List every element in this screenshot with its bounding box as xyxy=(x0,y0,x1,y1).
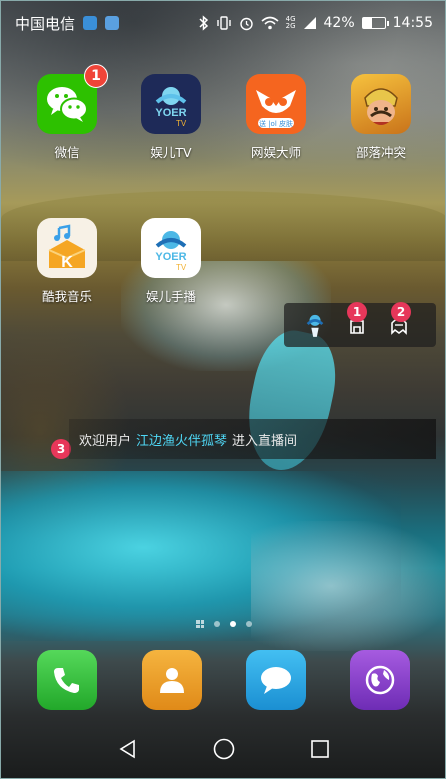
app-wechat[interactable]: 1 微信 xyxy=(22,64,112,161)
app-label: 微信 xyxy=(54,145,80,160)
app-yuer-live[interactable]: YOER TV 娱儿手播 xyxy=(126,218,216,305)
welcome-suffix: 进入直播间 xyxy=(232,433,298,449)
grid-page-icon xyxy=(196,620,204,628)
battery-icon xyxy=(361,17,389,29)
network-type: 4G 2G xyxy=(286,16,296,30)
welcome-banner: 欢迎用户 江边渔火伴孤琴 进入直播间 xyxy=(69,419,436,459)
app-label: 娱儿手播 xyxy=(145,289,196,304)
annotation-marker-3: 3 xyxy=(51,439,71,459)
clash-of-clans-icon[interactable] xyxy=(351,74,411,134)
yuer-mascot-icon[interactable] xyxy=(304,314,326,337)
notification-app-icon xyxy=(83,16,98,30)
unread-badge: 1 xyxy=(84,64,108,88)
welcome-prefix: 欢迎用户 xyxy=(79,433,132,449)
contacts-icon xyxy=(160,668,184,693)
wallpaper-pool xyxy=(1,471,401,641)
home-screen: 中国电信 4G 2G 42% 14:55 1 微信 YOER TV 娱儿TV 送… xyxy=(0,0,446,779)
app-label: 酷我音乐 xyxy=(41,289,92,304)
status-indicators: 4G 2G 42% 14:55 xyxy=(199,15,433,31)
vibrate-icon xyxy=(216,16,231,30)
kuwo-logo-letter: K xyxy=(61,254,73,271)
back-button[interactable] xyxy=(114,735,142,763)
messages-icon xyxy=(261,667,291,694)
annotation-marker-2: 2 xyxy=(391,302,411,322)
app-yuer-tv[interactable]: YOER TV 娱儿TV xyxy=(126,74,216,161)
yuer-live-logo-text: YOER xyxy=(155,251,186,263)
carrier-name: 中国电信 xyxy=(15,14,76,33)
recents-icon xyxy=(311,740,329,758)
yuer-live-logo-tv: TV xyxy=(176,263,187,272)
notification-image-icon xyxy=(105,16,120,30)
app-wangyu-dashi[interactable]: 送 |ol 皮肤 网娱大师 xyxy=(231,74,321,161)
browser-icon xyxy=(365,665,395,695)
floating-live-toolbar[interactable]: 1 2 xyxy=(284,302,436,347)
app-label: 网娱大师 xyxy=(250,145,301,160)
yuer-live-icon[interactable]: YOER TV xyxy=(141,218,201,278)
annotation-marker-1: 1 xyxy=(347,302,367,322)
wallpaper-rapids xyxy=(251,521,445,651)
navigation-bar xyxy=(1,723,445,775)
page-indicator[interactable] xyxy=(1,620,445,628)
page-dot-active xyxy=(230,621,236,627)
owl-icon[interactable]: 送 |ol 皮肤 xyxy=(246,74,306,134)
status-bar: 中国电信 4G 2G 42% 14:55 xyxy=(1,1,445,45)
home-icon xyxy=(213,738,235,760)
app-kuwo-music[interactable]: K 酷我音乐 xyxy=(22,218,112,305)
kuwo-music-icon[interactable]: K xyxy=(37,218,97,278)
welcome-username: 江边渔火伴孤琴 xyxy=(136,433,228,449)
recents-button[interactable] xyxy=(306,735,334,763)
wifi-icon xyxy=(261,16,279,30)
clock: 14:55 xyxy=(392,15,433,31)
ghost-button[interactable]: 2 xyxy=(388,302,411,336)
battery-percent: 42% xyxy=(323,15,355,31)
app-label: 部落冲突 xyxy=(355,145,406,160)
dock-phone[interactable] xyxy=(37,650,97,710)
page-dot xyxy=(214,621,220,627)
yuer-tv-icon[interactable]: YOER TV xyxy=(141,74,201,134)
gift-shop-button[interactable]: 1 xyxy=(346,302,368,336)
bluetooth-icon xyxy=(199,15,208,31)
dock-contacts[interactable] xyxy=(142,650,202,710)
dock-browser[interactable] xyxy=(350,650,410,710)
yuer-tv-logo-text: YOER xyxy=(155,107,186,119)
network-type-bottom: 2G xyxy=(285,22,296,30)
app-clash-of-clans[interactable]: 部落冲突 xyxy=(336,74,426,161)
signal-icon xyxy=(303,17,316,29)
app-label: 娱儿TV xyxy=(150,145,192,160)
alarm-icon xyxy=(239,17,253,30)
battery-level xyxy=(362,18,372,28)
back-icon xyxy=(119,739,135,759)
page-dot xyxy=(246,621,252,627)
owl-logo-text: 送 |ol 皮肤 xyxy=(259,119,293,128)
phone-icon xyxy=(54,668,79,693)
home-button[interactable] xyxy=(210,735,238,763)
yuer-tv-logo-tv: TV xyxy=(176,119,187,128)
dock-messages[interactable] xyxy=(246,650,306,710)
